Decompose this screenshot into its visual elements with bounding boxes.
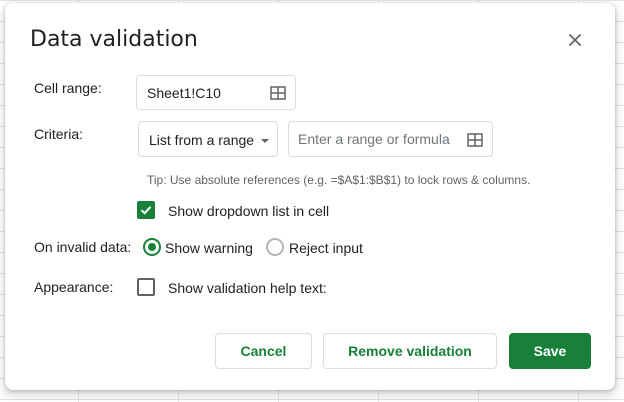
criteria-label: Criteria:: [34, 126, 84, 142]
criteria-type-dropdown[interactable]: List from a range: [138, 121, 278, 157]
reject-input-label: Reject input: [289, 240, 363, 256]
cell-range-label: Cell range:: [34, 80, 102, 96]
cell-range-value: Sheet1!C10: [147, 85, 221, 101]
grid-select-icon[interactable]: [270, 86, 286, 100]
save-button[interactable]: Save: [509, 333, 591, 369]
checkmark-icon: [140, 206, 152, 215]
help-text-checkbox[interactable]: [137, 278, 155, 296]
close-button[interactable]: [563, 28, 587, 52]
cell-range-field[interactable]: Sheet1!C10: [136, 75, 296, 110]
cancel-button[interactable]: Cancel: [215, 333, 312, 369]
show-warning-radio[interactable]: [143, 238, 161, 256]
invalid-data-label: On invalid data:: [34, 239, 132, 255]
show-dropdown-checkbox[interactable]: [137, 201, 155, 219]
appearance-label: Appearance:: [34, 279, 114, 295]
criteria-range-input[interactable]: [298, 131, 458, 147]
reject-input-radio[interactable]: [266, 238, 284, 256]
close-icon: [569, 34, 581, 46]
show-dropdown-label: Show dropdown list in cell: [168, 203, 330, 219]
dialog-title: Data validation: [30, 27, 198, 52]
criteria-type-value: List from a range: [149, 132, 255, 148]
criteria-range-field[interactable]: [288, 121, 493, 157]
show-warning-label: Show warning: [165, 240, 253, 256]
remove-validation-button[interactable]: Remove validation: [323, 333, 497, 369]
help-text-label: Show validation help text:: [168, 280, 327, 296]
data-validation-dialog: Data validation Cell range: Sheet1!C10 C…: [5, 3, 615, 390]
tip-text: Tip: Use absolute references (e.g. =$A$1…: [147, 173, 531, 187]
caret-down-icon: [261, 139, 269, 143]
grid-select-icon[interactable]: [467, 133, 483, 147]
